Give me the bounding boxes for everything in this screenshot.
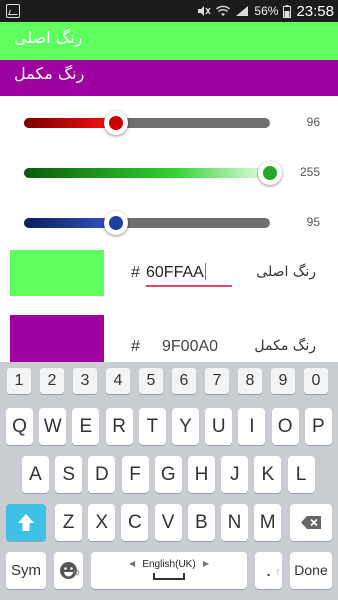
- green-value: 255: [299, 165, 320, 179]
- key-g[interactable]: G: [154, 456, 182, 493]
- number-key-2[interactable]: 2: [40, 368, 64, 394]
- key-q[interactable]: Q: [6, 408, 33, 445]
- primary-row-label: رنگ اصلی: [256, 264, 316, 280]
- key-z[interactable]: Z: [55, 504, 82, 541]
- key-n[interactable]: N: [221, 504, 248, 541]
- key-d[interactable]: D: [88, 456, 116, 493]
- red-slider[interactable]: 96: [0, 108, 338, 138]
- clock: 23:58: [296, 2, 334, 20]
- key-f[interactable]: F: [121, 456, 149, 493]
- primary-hex-underline: [146, 285, 232, 287]
- red-value: 96: [306, 115, 320, 129]
- red-slider-thumb[interactable]: [104, 111, 129, 135]
- key-s[interactable]: S: [55, 456, 83, 493]
- key-r[interactable]: R: [105, 408, 133, 445]
- battery-percent: 56%: [254, 4, 279, 18]
- emoji-key[interactable]: ⚙: [54, 552, 83, 589]
- blue-slider[interactable]: 95: [0, 208, 338, 238]
- complement-color-title: رنگ مکمل: [14, 64, 85, 83]
- blue-slider-thumb[interactable]: [103, 211, 128, 235]
- number-key-7[interactable]: 7: [205, 368, 229, 394]
- key-o[interactable]: O: [271, 408, 299, 445]
- key-l[interactable]: L: [287, 456, 315, 493]
- key-v[interactable]: V: [154, 504, 182, 541]
- space-language: English(UK): [142, 559, 196, 570]
- number-key-6[interactable]: 6: [172, 368, 196, 394]
- key-w[interactable]: W: [39, 408, 67, 445]
- backspace-icon: [301, 516, 321, 529]
- key-i[interactable]: I: [238, 408, 266, 445]
- primary-hash: #: [131, 264, 140, 281]
- space-key[interactable]: ◀ English(UK) ▶: [91, 552, 247, 589]
- wifi-icon: [216, 5, 231, 16]
- period-key[interactable]: . !: [255, 552, 282, 589]
- key-u[interactable]: U: [205, 408, 233, 445]
- done-key[interactable]: Done: [290, 552, 332, 589]
- shift-key[interactable]: [6, 504, 46, 541]
- key-b[interactable]: B: [187, 504, 215, 541]
- key-p[interactable]: P: [304, 408, 332, 445]
- blue-value: 95: [306, 215, 320, 229]
- blue-slider-fill: [24, 218, 116, 228]
- complement-row-label: رنگ مکمل: [254, 338, 316, 354]
- battery-icon: [283, 4, 292, 18]
- key-y[interactable]: Y: [172, 408, 199, 445]
- status-bar: 56% 23:58: [0, 0, 338, 22]
- key-x[interactable]: X: [88, 504, 116, 541]
- complement-hash: #: [131, 338, 140, 355]
- key-c[interactable]: C: [121, 504, 149, 541]
- primary-color-swatch: [10, 250, 104, 296]
- signal-icon: [236, 6, 249, 16]
- number-key-8[interactable]: 8: [238, 368, 262, 394]
- number-key-0[interactable]: 0: [304, 368, 328, 394]
- key-j[interactable]: J: [221, 456, 249, 493]
- complement-color-header: رنگ مکمل: [0, 60, 338, 96]
- number-key-4[interactable]: 4: [106, 368, 130, 394]
- number-key-1[interactable]: 1: [7, 368, 31, 394]
- sym-key[interactable]: Sym: [6, 552, 46, 589]
- number-key-9[interactable]: 9: [271, 368, 295, 394]
- shift-arrow-icon: [18, 514, 34, 531]
- status-icons: 56% 23:58: [197, 0, 334, 22]
- mic-hint-icon: ⚙: [72, 568, 80, 577]
- space-right-arrow-icon: ▶: [202, 559, 209, 568]
- green-slider-fill: [24, 168, 270, 178]
- green-slider-thumb[interactable]: [258, 161, 282, 185]
- number-key-3[interactable]: 3: [73, 368, 97, 394]
- number-key-5[interactable]: 5: [139, 368, 163, 394]
- primary-color-title: رنگ اصلی: [14, 28, 83, 47]
- primary-color-header: رنگ اصلی: [0, 22, 338, 60]
- key-t[interactable]: T: [138, 408, 166, 445]
- complement-hex-value: 9F00A0: [162, 338, 219, 355]
- complement-color-swatch: [10, 315, 104, 362]
- key-m[interactable]: M: [254, 504, 282, 541]
- key-e[interactable]: E: [72, 408, 100, 445]
- gallery-notification-icon: [6, 4, 20, 18]
- key-a[interactable]: A: [22, 456, 49, 493]
- mute-icon: [198, 6, 211, 16]
- key-k[interactable]: K: [254, 456, 282, 493]
- keyboard: 1234567890 QWERTYUIOP ASDFGHJKL ZXCVBNM …: [0, 362, 338, 600]
- key-h[interactable]: H: [188, 456, 215, 493]
- green-slider[interactable]: 255: [0, 158, 338, 188]
- backspace-key[interactable]: [290, 504, 332, 541]
- text-caret: [204, 263, 207, 280]
- primary-hex-input[interactable]: 60FFAA: [146, 263, 207, 282]
- red-slider-fill: [24, 118, 117, 128]
- space-bar-icon: [153, 573, 185, 580]
